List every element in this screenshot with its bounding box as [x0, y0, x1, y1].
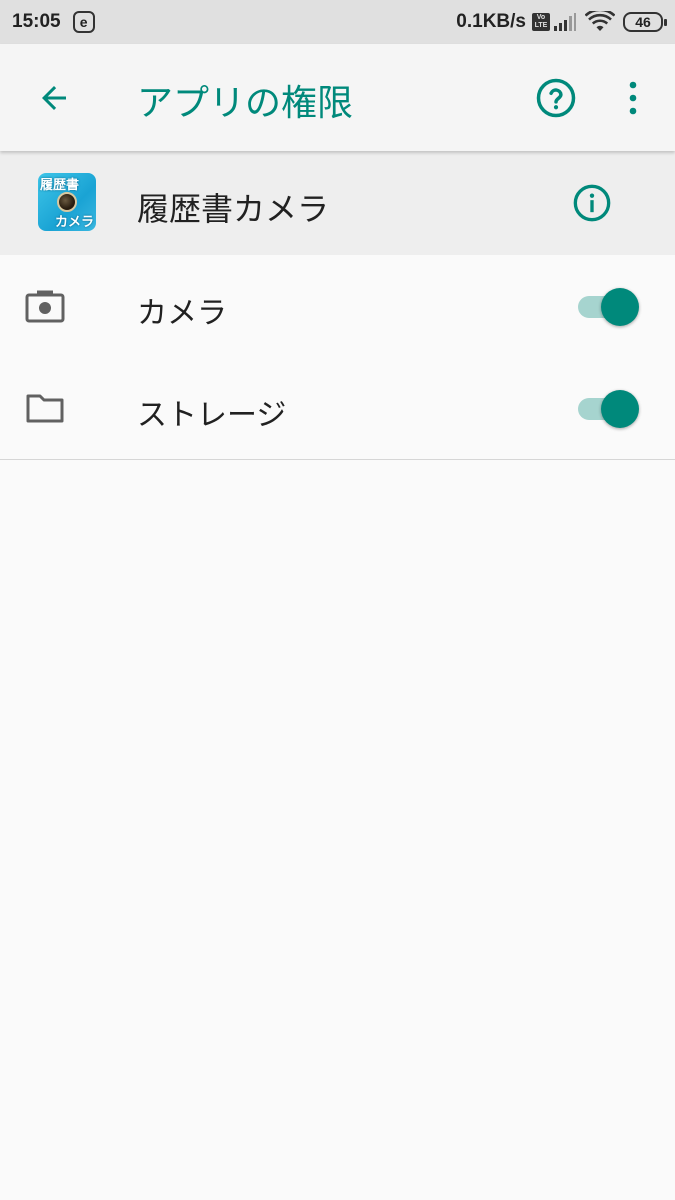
page-title: アプリの権限: [137, 83, 354, 124]
toggle-thumb: [601, 288, 639, 326]
app-icon: 履歴書 カメラ: [38, 173, 96, 231]
status-left: 15:05 e: [12, 11, 95, 33]
arrow-back-icon: [42, 86, 66, 110]
wifi-icon: [585, 11, 615, 31]
camera-icon: [25, 290, 65, 323]
app-info-row: 履歴書 カメラ 履歴書カメラ: [0, 151, 675, 255]
network-speed: 0.1KB/s: [456, 11, 526, 32]
help-circle-icon: [536, 78, 576, 118]
app-icon-text-top: 履歴書: [40, 178, 80, 193]
folder-icon: [26, 394, 64, 423]
toggle-thumb: [601, 390, 639, 428]
permission-label-storage: ストレージ: [137, 398, 287, 433]
volte-top-label: Vo: [536, 14, 546, 21]
app-bar: アプリの権限: [0, 44, 675, 151]
perm-icon-wrap: [24, 387, 66, 429]
app-icon-text-bottom: カメラ: [54, 215, 94, 230]
app-name: 履歴書カメラ: [137, 190, 330, 228]
help-button[interactable]: [530, 72, 582, 124]
status-bar: 15:05 e 0.1KB/s Vo LTE 46: [0, 0, 675, 44]
toggle-camera[interactable]: [578, 286, 642, 326]
status-time: 15:05: [12, 11, 61, 32]
volte-icon: Vo LTE: [532, 13, 550, 31]
permission-row-storage[interactable]: ストレージ: [0, 357, 675, 460]
back-button[interactable]: [28, 72, 80, 124]
battery-icon: 46: [623, 12, 667, 32]
toggle-storage[interactable]: [578, 388, 642, 428]
notification-e-icon: e: [72, 11, 95, 33]
app-info-button[interactable]: [566, 177, 618, 229]
perm-icon-wrap: [24, 285, 66, 327]
signal-icon: [554, 13, 576, 31]
permission-row-camera[interactable]: カメラ: [0, 255, 675, 358]
volte-bottom-label: LTE: [534, 22, 548, 29]
status-right: 0.1KB/s Vo LTE 46: [456, 11, 667, 33]
permission-label-camera: カメラ: [137, 296, 227, 331]
more-options-button[interactable]: [610, 72, 656, 124]
camera-lens-icon: [57, 192, 77, 212]
info-circle-icon: [573, 184, 611, 222]
more-vert-icon: [629, 81, 637, 115]
